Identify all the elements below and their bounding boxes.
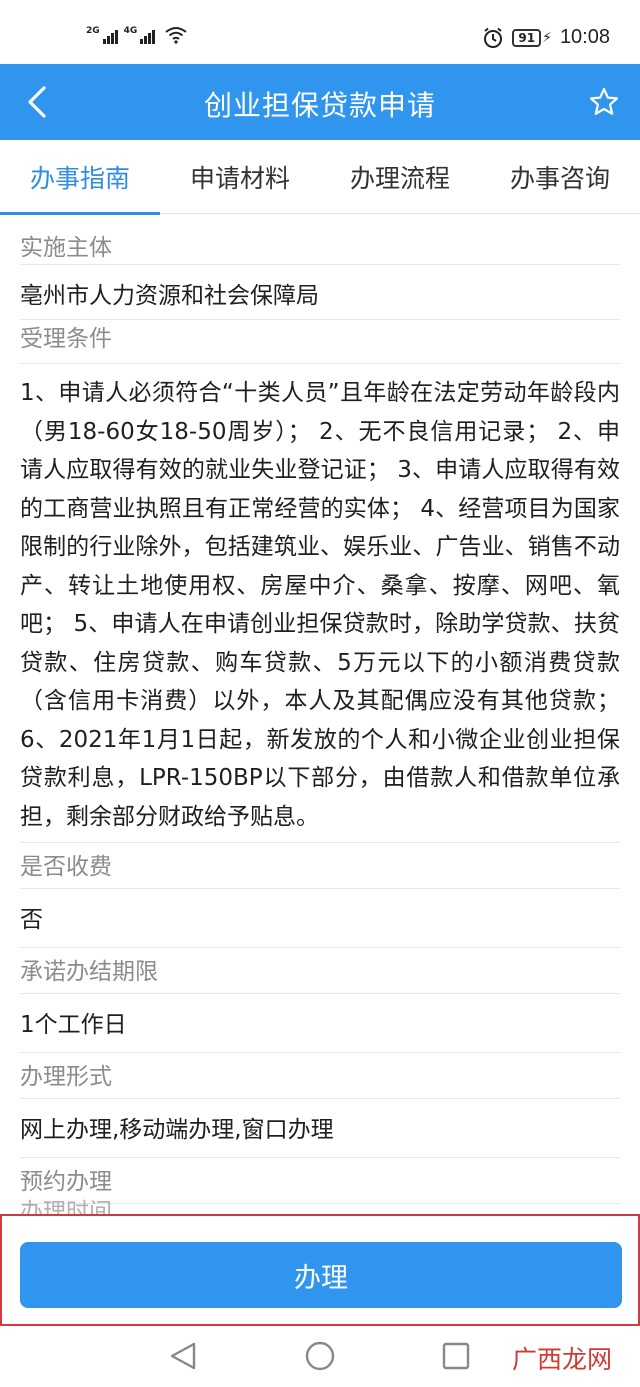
battery-level: 91 <box>512 28 542 47</box>
square-recents-icon <box>442 1342 470 1370</box>
form-value: 网上办理,移动端办理,窗口办理 <box>20 1098 620 1157</box>
tab-guide[interactable]: 办事指南 <box>0 140 160 215</box>
tab-materials[interactable]: 申请材料 <box>160 140 320 214</box>
watermark: 广西龙网 <box>512 1340 612 1376</box>
apply-button[interactable]: 办理 <box>20 1242 622 1308</box>
conditions-row: 受理条件 1、申请人必须符合“十类人员”且年龄在法定劳动年龄段内（男18-60女… <box>0 319 640 842</box>
status-time: 10:08 <box>559 26 610 48</box>
subject-value: 亳州市人力资源和社会保障局 <box>20 264 620 319</box>
charging-icon: ⚡ <box>542 29 552 46</box>
system-nav-bar: 广西龙网 <box>0 1326 640 1387</box>
wifi-icon <box>165 27 187 44</box>
favorite-button[interactable] <box>588 86 620 118</box>
signal-2g-icon: 2G <box>86 26 118 44</box>
nav-back-button[interactable] <box>164 1336 204 1376</box>
tab-consult[interactable]: 办事咨询 <box>480 140 640 214</box>
status-right: 91 ⚡ 10:08 <box>482 26 610 49</box>
subject-row: 实施主体 亳州市人力资源和社会保障局 <box>0 214 640 319</box>
page-title: 创业担保贷款申请 <box>203 89 436 122</box>
signal-2g-label: 2G <box>86 26 100 36</box>
subject-label: 实施主体 <box>20 235 112 261</box>
deadline-label: 承诺办结期限 <box>20 947 620 993</box>
conditions-label: 受理条件 <box>20 319 620 363</box>
battery-icon: 91 ⚡ <box>512 28 552 47</box>
triangle-back-icon <box>170 1342 196 1370</box>
conditions-value: 1、申请人必须符合“十类人员”且年龄在法定劳动年龄段内（男18-60女18-50… <box>20 363 620 842</box>
fee-label: 是否收费 <box>20 842 620 888</box>
fee-row: 是否收费 否 <box>0 842 640 947</box>
tab-bar: 办事指南 申请材料 办理流程 办事咨询 <box>0 140 640 215</box>
alarm-icon <box>484 27 503 48</box>
fee-value: 否 <box>20 888 620 947</box>
action-area: 办理 <box>0 1214 640 1326</box>
deadline-value: 1个工作日 <box>20 993 620 1052</box>
circle-home-icon <box>305 1341 335 1371</box>
nav-home-button[interactable] <box>300 1336 340 1376</box>
signal-4g-label: 4G <box>123 26 138 36</box>
signal-4g-icon: 4G <box>123 26 156 44</box>
form-row: 办理形式 网上办理,移动端办理,窗口办理 <box>0 1052 640 1157</box>
app-bar: 创业担保贷款申请 <box>0 64 640 140</box>
deadline-row: 承诺办结期限 1个工作日 <box>0 947 640 1052</box>
watermark-text: 广西龙网 <box>511 1345 612 1374</box>
status-left: 2G 4G <box>86 26 187 44</box>
star-icon <box>589 87 619 115</box>
nav-recents-button[interactable] <box>436 1336 476 1376</box>
tab-process[interactable]: 办理流程 <box>320 140 480 214</box>
form-label: 办理形式 <box>20 1052 620 1098</box>
status-bar: 2G 4G 91 ⚡ 10:08 <box>0 0 640 64</box>
guide-content: 实施主体 亳州市人力资源和社会保障局 受理条件 1、申请人必须符合“十类人员”且… <box>0 214 640 1262</box>
